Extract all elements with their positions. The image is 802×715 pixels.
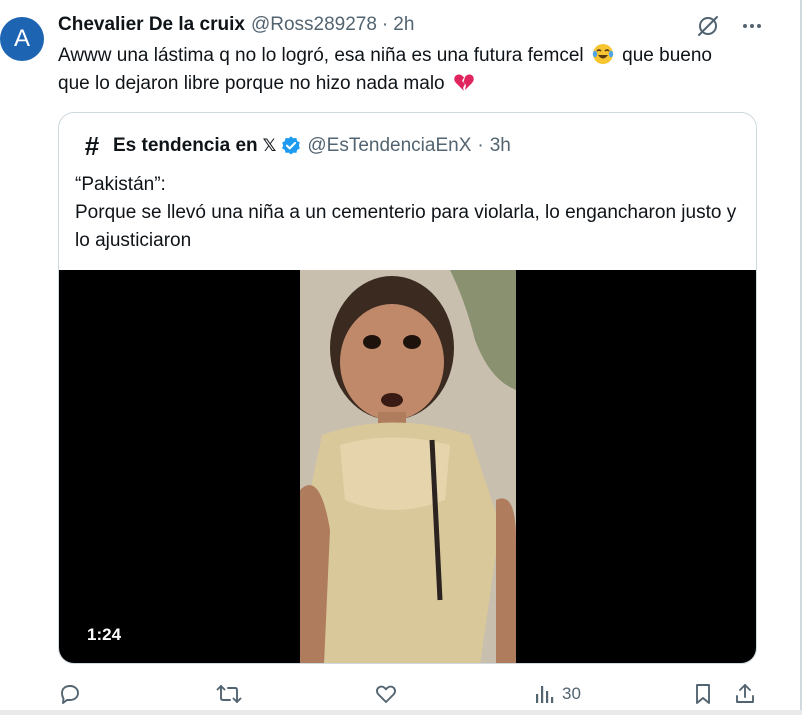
quote-author-handle[interactable]: @EsTendenciaEnX [307,135,471,157]
divider [0,710,802,715]
tweet-text-part1: Awww una lástima q no lo logró, esa niña… [58,45,584,66]
share-button[interactable] [734,678,756,710]
quote-header: # Es tendencia en 𝕏 @EsTendenciaEnX · 3h [81,131,511,162]
action-bar: 30 [58,678,758,710]
views-icon [536,686,554,703]
author-handle[interactable]: @Ross289278 [251,14,377,36]
tweet-header: Chevalier De la cruix @Ross289278 · 2h [58,12,414,38]
quoted-tweet[interactable]: # Es tendencia en 𝕏 @EsTendenciaEnX · 3h… [58,112,757,664]
like-button[interactable] [374,678,398,710]
header-separator: · [381,14,389,35]
hashtag-avatar-icon[interactable]: # [81,131,103,162]
tears-of-joy-emoji [592,44,614,64]
quote-separator: · [477,135,484,156]
views-button[interactable]: 30 [534,678,581,710]
share-icon [736,684,754,703]
author-name[interactable]: Chevalier De la cruix [58,14,245,36]
reply-icon [61,685,79,704]
tweet-time[interactable]: 2h [393,14,414,36]
bookmark-button[interactable] [692,678,714,710]
avatar-letter: A [13,25,30,52]
like-icon [376,685,396,703]
quote-text-line1: “Pakistán”: [75,174,166,195]
avatar[interactable]: A [0,17,44,61]
bookmark-icon [696,684,710,704]
reply-button[interactable] [58,678,82,710]
video-frame-image [300,270,516,663]
tweet-text: Awww una lástima q no lo logró, esa niña… [58,42,748,98]
retweet-button[interactable] [216,678,242,710]
retweet-icon [216,685,242,703]
video-player[interactable]: 1:24 [59,270,756,663]
quote-time[interactable]: 3h [490,135,511,157]
verified-badge-icon [282,136,301,155]
more-icon[interactable] [738,12,766,40]
x-logo-icon: 𝕏 [262,136,277,155]
grok-icon[interactable] [694,12,722,40]
quote-text-line2: Porque se llevó una niña a un cementerio… [75,202,737,251]
header-actions [694,12,766,40]
quote-text: “Pakistán”: Porque se llevó una niña a u… [75,171,745,255]
broken-heart-emoji [454,74,474,91]
views-count: 30 [562,684,581,703]
quote-author-name[interactable]: Es tendencia en [113,135,258,157]
video-duration: 1:24 [87,625,122,644]
